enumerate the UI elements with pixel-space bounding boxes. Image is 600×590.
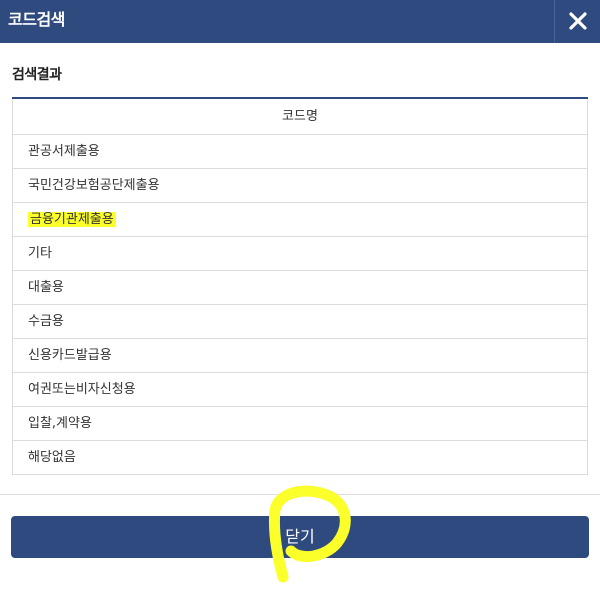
table-row[interactable]: 신용카드발급용 bbox=[12, 339, 588, 373]
dialog-header: 코드검색 bbox=[0, 0, 600, 43]
row-label: 국민건강보험공단제출용 bbox=[28, 178, 160, 193]
divider bbox=[0, 494, 600, 495]
row-label: 입찰,계약용 bbox=[28, 416, 92, 431]
close-icon bbox=[569, 12, 587, 30]
row-label: 관공서제출용 bbox=[28, 144, 100, 159]
table-row[interactable]: 입찰,계약용 bbox=[12, 407, 588, 441]
row-label: 금융기관제출용 bbox=[28, 212, 116, 227]
table-row[interactable]: 금융기관제출용 bbox=[12, 203, 588, 237]
table-row[interactable]: 해당없음 bbox=[12, 441, 588, 475]
table-row[interactable]: 대출용 bbox=[12, 271, 588, 305]
row-label: 기타 bbox=[28, 246, 52, 261]
table-row[interactable]: 기타 bbox=[12, 237, 588, 271]
table-row[interactable]: 국민건강보험공단제출용 bbox=[12, 169, 588, 203]
result-table: 코드명 관공서제출용국민건강보험공단제출용금융기관제출용기타대출용수금용신용카드… bbox=[12, 97, 588, 475]
row-label: 신용카드발급용 bbox=[28, 348, 112, 363]
row-label: 대출용 bbox=[28, 280, 64, 295]
row-label: 수금용 bbox=[28, 314, 64, 329]
column-header: 코드명 bbox=[12, 99, 588, 135]
table-row[interactable]: 여권또는비자신청용 bbox=[12, 373, 588, 407]
dialog-title: 코드검색 bbox=[8, 10, 65, 29]
row-label: 여권또는비자신청용 bbox=[28, 382, 136, 397]
close-button[interactable] bbox=[554, 0, 600, 43]
table-row[interactable]: 관공서제출용 bbox=[12, 135, 588, 169]
table-row[interactable]: 수금용 bbox=[12, 305, 588, 339]
close-dialog-button[interactable]: 닫기 bbox=[11, 516, 589, 558]
row-label: 해당없음 bbox=[28, 450, 76, 465]
section-title: 검색결과 bbox=[12, 67, 62, 83]
